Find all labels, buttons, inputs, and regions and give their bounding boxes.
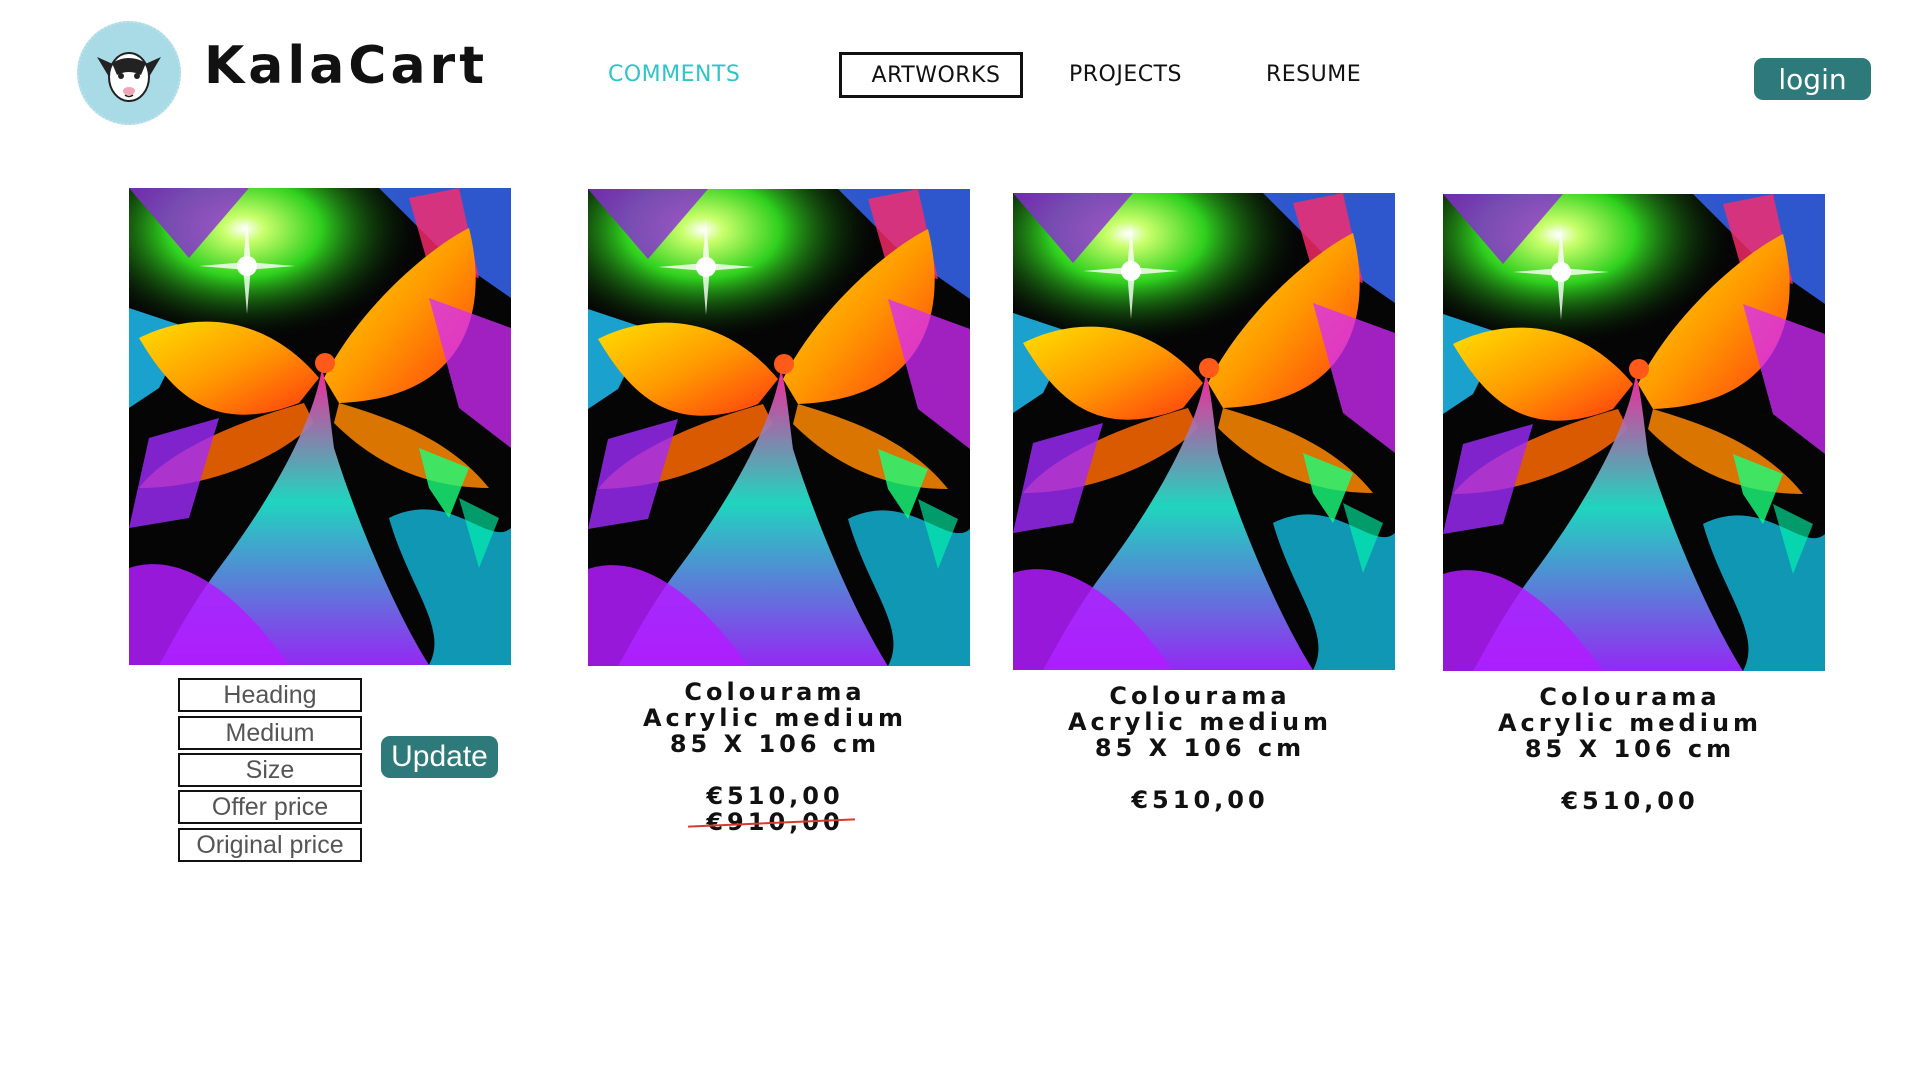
product-original-price: €910,00 xyxy=(706,808,844,836)
product-info: Colourama Acrylic medium 85 X 106 cm €51… xyxy=(595,679,955,835)
artwork-image-3[interactable] xyxy=(1443,194,1825,671)
product-title: Colourama xyxy=(1539,683,1721,711)
goat-logo-icon[interactable] xyxy=(77,21,181,125)
medium-field[interactable]: Medium xyxy=(178,716,362,750)
artwork-image-1[interactable] xyxy=(588,189,970,666)
product-price: €510,00 xyxy=(1561,787,1699,815)
nav-artworks[interactable]: ARTWORKS xyxy=(839,52,1023,98)
product-info: Colourama Acrylic medium 85 X 106 cm €51… xyxy=(1450,684,1810,814)
product-title: Colourama xyxy=(684,678,866,706)
update-button[interactable]: Update xyxy=(381,736,498,778)
size-field[interactable]: Size xyxy=(178,753,362,787)
product-size: 85 X 106 cm xyxy=(1094,734,1306,762)
offer-price-field[interactable]: Offer price xyxy=(178,790,362,824)
product-medium: Acrylic medium xyxy=(642,704,908,732)
artwork-image-editing[interactable] xyxy=(129,188,511,665)
artwork-image-2[interactable] xyxy=(1013,193,1395,670)
nav-resume[interactable]: RESUME xyxy=(1266,62,1361,87)
product-size: 85 X 106 cm xyxy=(1524,735,1736,763)
product-medium: Acrylic medium xyxy=(1067,708,1333,736)
product-medium: Acrylic medium xyxy=(1497,709,1763,737)
nav-projects[interactable]: PROJECTS xyxy=(1069,62,1182,87)
product-title: Colourama xyxy=(1109,682,1291,710)
brand-title: KalaCart xyxy=(204,36,489,96)
product-price: €510,00 xyxy=(1131,786,1269,814)
product-size: 85 X 106 cm xyxy=(669,730,881,758)
product-info: Colourama Acrylic medium 85 X 106 cm €51… xyxy=(1020,683,1380,813)
page: KalaCart COMMENTS ARTWORKS PROJECTS RESU… xyxy=(0,0,1920,1080)
login-button[interactable]: login xyxy=(1754,58,1871,100)
product-price: €510,00 xyxy=(706,782,844,810)
heading-field[interactable]: Heading xyxy=(178,678,362,712)
original-price-field[interactable]: Original price xyxy=(178,828,362,862)
nav-comments[interactable]: COMMENTS xyxy=(608,62,740,87)
